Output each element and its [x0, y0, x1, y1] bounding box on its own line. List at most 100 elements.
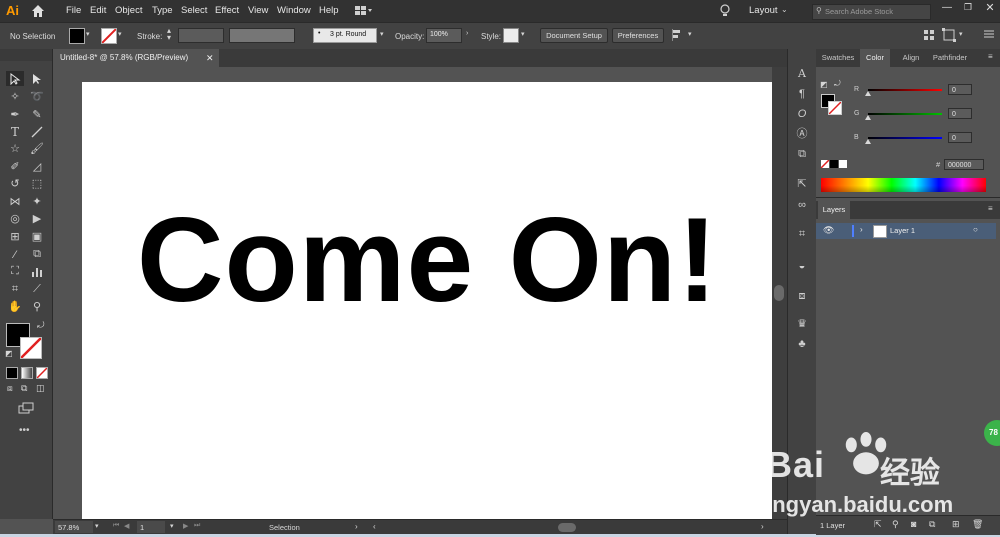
stroke-weight-field[interactable]	[178, 28, 224, 43]
blue-slider[interactable]	[868, 137, 942, 139]
home-icon[interactable]	[31, 4, 45, 18]
blue-slider-thumb[interactable]	[865, 139, 871, 144]
stepper-icon[interactable]: ▴ ▾	[167, 27, 171, 42]
last-artboard-icon[interactable]: ⏭	[194, 522, 200, 530]
magic-wand-tool-icon[interactable]: ✧	[6, 89, 24, 104]
panel-menu-icon[interactable]: ≡	[988, 204, 993, 213]
workspace-switcher[interactable]: Layout	[749, 5, 778, 16]
lightbulb-icon[interactable]	[719, 4, 731, 18]
panel-menu-icon[interactable]: ≡	[988, 52, 993, 61]
tab-align[interactable]: Align	[896, 49, 926, 67]
transform-panel-icon[interactable]: ⌗	[795, 227, 809, 241]
red-slider-thumb[interactable]	[865, 91, 871, 96]
document-setup-button[interactable]: Document Setup	[540, 28, 608, 43]
character-panel-icon[interactable]: A	[795, 67, 809, 81]
gradient-tool-icon[interactable]: ▣	[28, 229, 46, 244]
draw-normal-icon[interactable]: ⧈	[7, 383, 13, 394]
draw-inside-icon[interactable]: ◫	[36, 383, 45, 394]
chevron-right-icon[interactable]: ›	[860, 225, 863, 234]
style-swatch[interactable]	[503, 28, 519, 43]
brushes-panel-icon[interactable]: ♛	[795, 317, 809, 331]
paintbrush-tool-icon[interactable]: 🖌	[28, 141, 46, 156]
restore-button[interactable]: ❐	[961, 2, 975, 16]
green-value-field[interactable]: 0	[948, 108, 972, 119]
layer-name[interactable]: Layer 1	[890, 226, 915, 235]
none-swatch[interactable]	[820, 159, 830, 169]
horizontal-scroll-thumb[interactable]	[558, 523, 576, 532]
white-swatch[interactable]	[839, 160, 847, 168]
paragraph-panel-icon[interactable]: ¶	[795, 87, 809, 101]
eyedropper-tool-icon[interactable]: ⁄	[6, 247, 24, 262]
links-panel-icon[interactable]: ∞	[795, 198, 809, 212]
panel-stroke-swatch[interactable]	[828, 101, 842, 115]
chevron-down-icon[interactable]: ▾	[95, 522, 99, 530]
color-spectrum[interactable]	[821, 178, 986, 192]
pen-tool-icon[interactable]: ✒	[6, 107, 24, 122]
swap-colors-icon[interactable]: ⤾	[834, 79, 841, 89]
live-paint-tool-icon[interactable]: ▶	[28, 211, 46, 226]
chevron-down-icon[interactable]: ▾	[86, 30, 90, 38]
type-tool-icon[interactable]: T	[6, 124, 24, 139]
opentype-panel-icon[interactable]: O	[795, 107, 809, 121]
close-button[interactable]: ✕	[983, 1, 997, 15]
stock-search-field[interactable]: ⚲ Search Adobe Stock	[812, 4, 931, 20]
chevron-right-icon[interactable]: ›	[761, 522, 764, 531]
lasso-tool-icon[interactable]: ➰	[28, 89, 46, 104]
eraser-tool-icon[interactable]: ◿	[28, 159, 46, 174]
menu-object[interactable]: Object	[115, 5, 142, 16]
headline-text[interactable]: Come On!	[82, 200, 773, 320]
character-styles-icon[interactable]: Ⓐ	[795, 127, 809, 141]
menu-effect[interactable]: Effect	[215, 5, 239, 16]
swap-colors-icon[interactable]: ⤾	[37, 320, 45, 331]
direct-selection-tool-icon[interactable]	[28, 71, 46, 86]
opacity-field[interactable]: 100%	[426, 28, 462, 43]
red-slider[interactable]	[868, 89, 942, 91]
scale-tool-icon[interactable]: ⬚	[28, 176, 46, 191]
menu-window[interactable]: Window	[277, 5, 311, 16]
curvature-tool-icon[interactable]: ✎	[28, 107, 46, 122]
screen-mode-icon[interactable]	[18, 402, 34, 414]
draw-behind-icon[interactable]: ⧉	[21, 383, 27, 394]
appearance-panel-icon[interactable]: ◒	[795, 259, 809, 273]
arrange-documents-icon[interactable]	[355, 6, 373, 16]
chevron-down-icon[interactable]: ▾	[959, 30, 963, 38]
menu-select[interactable]: Select	[181, 5, 207, 16]
paragraph-styles-icon[interactable]: ⧉	[795, 147, 809, 161]
previous-artboard-icon[interactable]: ◀	[124, 522, 129, 530]
menu-file[interactable]: File	[66, 5, 81, 16]
panel-layout-icon[interactable]	[923, 29, 935, 41]
zoom-field[interactable]: 57.8%	[55, 521, 93, 533]
selection-tool-icon[interactable]	[6, 71, 24, 86]
close-tab-icon[interactable]: ✕	[206, 49, 214, 67]
blend-tool-icon[interactable]: ⧉	[28, 247, 46, 262]
star-tool-icon[interactable]: ☆	[6, 141, 24, 156]
line-tool-icon[interactable]	[28, 124, 46, 139]
artboard-tool-icon[interactable]: ⌗	[6, 282, 24, 297]
fill-swatch[interactable]	[69, 28, 85, 44]
edit-toolbar-icon[interactable]: •••	[19, 425, 30, 436]
gradient-mode-button[interactable]	[21, 367, 33, 379]
collect-export-icon[interactable]: ⇱	[874, 519, 882, 530]
new-sublayer-icon[interactable]: ⧉	[929, 519, 935, 530]
black-swatch[interactable]	[830, 160, 838, 168]
column-graph-tool-icon[interactable]	[28, 264, 46, 279]
symbols-panel-icon[interactable]: ♣	[795, 337, 809, 351]
chevron-left-icon[interactable]: ‹	[373, 522, 376, 531]
stroke-swatch[interactable]	[101, 28, 117, 44]
brush-definition[interactable]: • 3 pt. Round	[313, 28, 377, 43]
export-panel-icon[interactable]: ⇱	[795, 177, 809, 191]
hex-value-field[interactable]: 000000	[944, 159, 984, 170]
chevron-right-icon[interactable]: ›	[355, 522, 358, 531]
tab-pathfinder[interactable]: Pathfinder	[929, 49, 971, 67]
slice-tool-icon[interactable]: ⟋	[28, 282, 46, 297]
color-mode-button[interactable]	[6, 367, 18, 379]
tab-swatches[interactable]: Swatches	[818, 49, 858, 67]
width-tool-icon[interactable]: ⋈	[6, 194, 24, 209]
layer-target-icon[interactable]: ○	[973, 225, 978, 234]
vertical-scrollbar[interactable]	[772, 67, 787, 519]
shaper-tool-icon[interactable]: ✐	[6, 159, 24, 174]
red-value-field[interactable]: 0	[948, 84, 972, 95]
perspective-grid-tool-icon[interactable]: ⊞	[6, 229, 24, 244]
symbol-sprayer-tool-icon[interactable]: ⛶	[6, 264, 24, 279]
hand-tool-icon[interactable]: ✋	[6, 299, 24, 314]
